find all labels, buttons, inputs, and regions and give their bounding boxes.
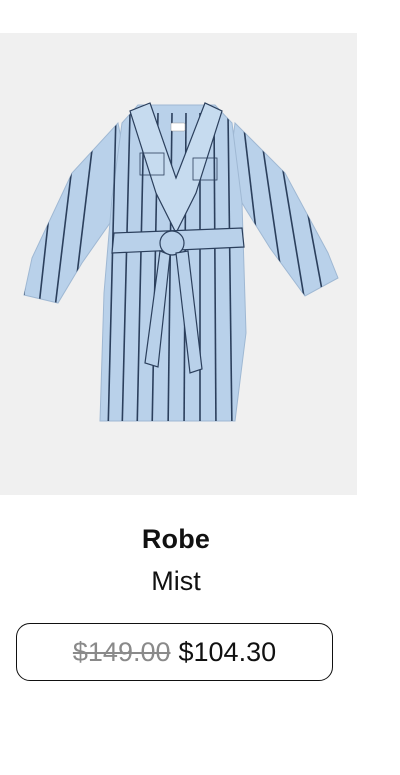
original-price: $149.00: [72, 636, 171, 667]
belt-knot: [159, 230, 185, 256]
robe-label: [170, 122, 186, 132]
sale-price: $104.30: [178, 636, 277, 667]
robe-illustration: [23, 102, 339, 422]
product-image[interactable]: [0, 33, 357, 495]
price-button[interactable]: $149.00 $104.30: [16, 623, 333, 681]
robe-body: [99, 104, 247, 422]
product-card[interactable]: Robe Mist $149.00 $104.30: [0, 0, 400, 775]
product-variant: Mist: [151, 566, 201, 596]
product-title[interactable]: Robe: [0, 524, 352, 555]
